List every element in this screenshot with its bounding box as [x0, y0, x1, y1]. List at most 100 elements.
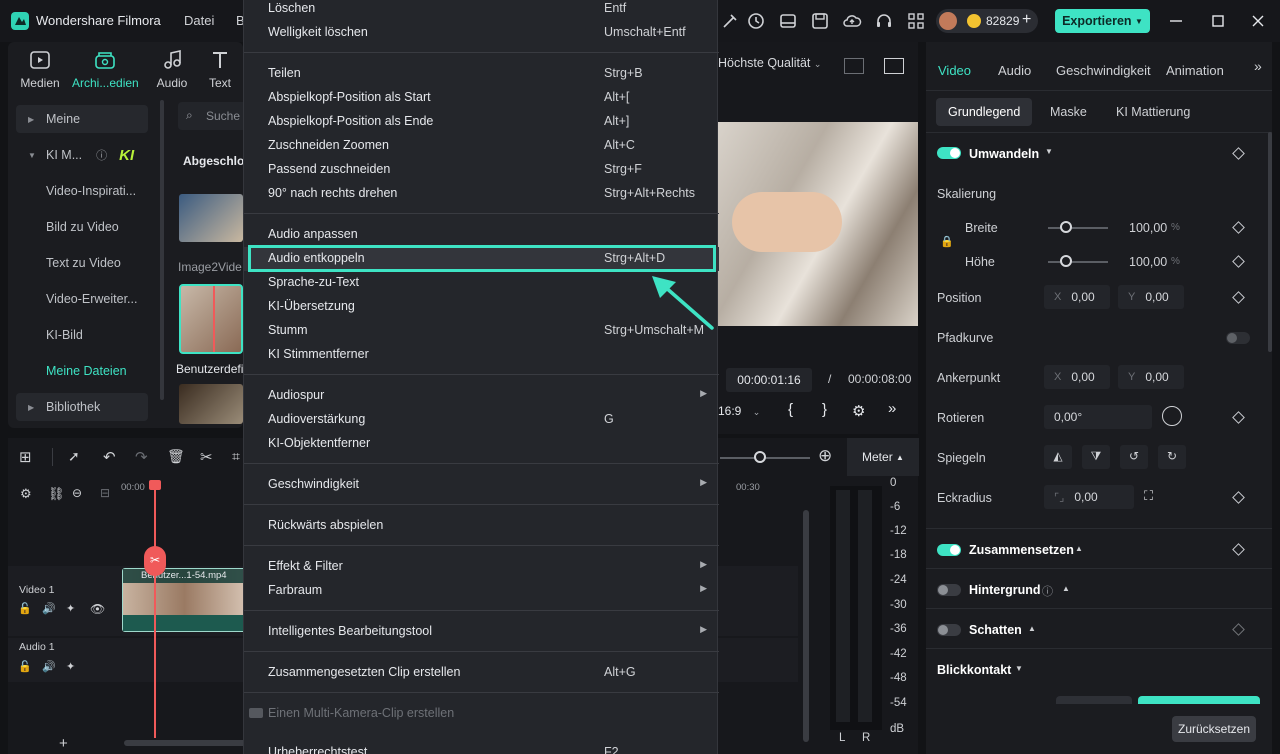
menu-item-playhead-start[interactable]: Abspielkopf-Position als Start Alt+[: [244, 86, 719, 110]
delete-icon[interactable]: 🗑: [167, 448, 185, 466]
current-time-field[interactable]: 00:00:01:16: [726, 368, 812, 392]
sidebar-item-video-erweiterung[interactable]: Video-Erweiter...: [16, 285, 148, 313]
tab-medien[interactable]: Medien: [10, 48, 70, 94]
lock-ratio-icon[interactable]: 🔒: [940, 235, 954, 248]
layout-icon[interactable]: [778, 11, 798, 31]
track-mute-icon[interactable]: ✦: [66, 602, 75, 615]
audio-mute-icon[interactable]: ✦: [66, 660, 75, 673]
keyframe-icon[interactable]: [1232, 255, 1245, 268]
help-icon[interactable]: ⓘ: [96, 147, 107, 163]
caret-down-icon[interactable]: ▼: [1045, 147, 1053, 156]
quality-dropdown[interactable]: Höchste Qualität ⌄: [718, 56, 821, 70]
hoehe-slider[interactable]: [1048, 261, 1108, 263]
option-chip-active[interactable]: [1138, 696, 1260, 704]
zoom-in-icon[interactable]: ⊕: [818, 446, 832, 466]
flip-vertical-icon[interactable]: ⧩: [1082, 445, 1110, 469]
keyframe-icon[interactable]: [1232, 543, 1245, 556]
menu-item-audiospur[interactable]: Audiospur ▶: [244, 384, 719, 408]
position-x-field[interactable]: X 0,00: [1044, 285, 1110, 309]
snapshot-icon[interactable]: [884, 58, 904, 74]
thumbnail-clip[interactable]: [179, 384, 243, 424]
breite-slider-knob[interactable]: [1060, 221, 1072, 233]
aspect-ratio-dropdown[interactable]: 16:9 ⌄: [718, 404, 760, 418]
menu-item-ki-stimmentferner[interactable]: KI Stimmentferner: [244, 343, 719, 367]
menu-item-welligkeit-loeschen[interactable]: Welligkeit löschen Umschalt+Entf: [244, 21, 719, 45]
link-icon[interactable]: ⊖: [72, 486, 82, 500]
horizontal-scrollbar[interactable]: [124, 740, 254, 746]
keyframe-icon[interactable]: [1232, 411, 1245, 424]
account-credits[interactable]: 82829 +: [936, 9, 1038, 33]
thumbnail-image2video[interactable]: [179, 194, 243, 242]
grouping-icon[interactable]: ⊟: [100, 486, 110, 500]
playhead-handle[interactable]: [149, 480, 161, 490]
meter-button[interactable]: Meter ▲: [847, 438, 919, 476]
menu-item-compound-clip[interactable]: Zusammengesetzten Clip erstellen Alt+G: [244, 661, 719, 685]
video-clip[interactable]: Benutzer...1-54.mp4: [122, 568, 247, 632]
tab-audio[interactable]: Audio: [142, 48, 202, 94]
save-icon[interactable]: [810, 11, 830, 31]
unlink-icon[interactable]: ⛓: [48, 486, 65, 502]
hoehe-value[interactable]: 100,00: [1129, 255, 1167, 269]
keyframe-icon[interactable]: [1232, 623, 1245, 636]
sidebar-item-video-inspiration[interactable]: Video-Inspirati...: [16, 177, 148, 205]
menu-item-audio-anpassen[interactable]: Audio anpassen: [244, 223, 719, 247]
export-button[interactable]: Exportieren ▼: [1055, 9, 1150, 33]
sidebar-scrollbar[interactable]: [160, 100, 164, 400]
subtab-maske[interactable]: Maske: [1038, 98, 1099, 126]
caret-up-icon[interactable]: ▲: [1028, 624, 1036, 633]
draw-icon[interactable]: [720, 11, 740, 31]
vertical-scrollbar[interactable]: [803, 510, 809, 742]
sidebar-item-bild-zu-video[interactable]: Bild zu Video: [16, 213, 148, 241]
flip-horizontal-icon[interactable]: ◭: [1044, 445, 1072, 469]
schatten-toggle[interactable]: [937, 624, 961, 636]
mark-out-button[interactable]: }: [822, 401, 827, 418]
caret-up-icon[interactable]: ▲: [1075, 544, 1083, 553]
tab-geschwindigkeit[interactable]: Geschwindigkeit: [1056, 63, 1151, 78]
zusammensetzen-toggle[interactable]: [937, 544, 961, 556]
menu-item-effekt-filter[interactable]: Effekt & Filter ▶: [244, 555, 719, 579]
split-scissors-icon[interactable]: ✂: [144, 546, 166, 576]
option-chip[interactable]: [1056, 696, 1132, 704]
reset-button[interactable]: Zurücksetzen: [1172, 716, 1256, 742]
thumbnail-selected-clip[interactable]: [179, 284, 243, 354]
sidebar-item-ki-bild[interactable]: KI-Bild: [16, 321, 148, 349]
headset-icon[interactable]: [874, 11, 894, 31]
layout-grid-icon[interactable]: ⊞: [19, 448, 37, 466]
subtab-grundlegend[interactable]: Grundlegend: [936, 98, 1033, 126]
search-input[interactable]: ⌕ Suche: [178, 102, 248, 130]
close-icon[interactable]: [1248, 11, 1268, 31]
caret-up-icon[interactable]: ▲: [1062, 584, 1070, 593]
keyframe-icon[interactable]: [1232, 221, 1245, 234]
history-icon[interactable]: [746, 11, 766, 31]
redo-icon[interactable]: ↷: [135, 448, 153, 466]
tab-video[interactable]: Video: [938, 63, 971, 78]
tab-audio-props[interactable]: Audio: [998, 63, 1031, 78]
minimize-icon[interactable]: [1166, 11, 1186, 31]
tab-text[interactable]: Text: [198, 48, 242, 94]
subtab-ki-mattierung[interactable]: KI Mattierung: [1104, 98, 1202, 126]
video-preview-frame[interactable]: [718, 122, 918, 326]
menu-item-urheberrecht[interactable]: Urheberrechtstest F2: [244, 741, 719, 754]
audio-volume-icon[interactable]: 🔊: [42, 660, 56, 673]
breite-value[interactable]: 100,00: [1129, 221, 1167, 235]
keyframe-icon[interactable]: [1232, 491, 1245, 504]
scissors-icon[interactable]: ✂: [200, 448, 218, 466]
track-volume-icon[interactable]: 🔊: [42, 602, 56, 615]
breite-slider[interactable]: [1048, 227, 1108, 229]
pfadkurve-toggle[interactable]: [1226, 332, 1250, 344]
more-tabs-icon[interactable]: »: [1254, 58, 1262, 74]
eckradius-field[interactable]: ⌜⌟ 0,00: [1044, 485, 1134, 509]
menu-datei[interactable]: Datei: [184, 13, 214, 28]
help-icon[interactable]: ⓘ: [1042, 583, 1053, 599]
tab-archive-media[interactable]: Archi...edien: [72, 48, 139, 94]
track-lock-icon[interactable]: 🔓: [18, 602, 32, 615]
keyframe-icon[interactable]: [1232, 291, 1245, 304]
rotate-right-icon[interactable]: ↻: [1158, 445, 1186, 469]
menu-item-rueckwaerts[interactable]: Rückwärts abspielen: [244, 514, 719, 538]
menu-item-geschwindigkeit[interactable]: Geschwindigkeit ▶: [244, 473, 719, 497]
hoehe-slider-knob[interactable]: [1060, 255, 1072, 267]
sidebar-item-ki-media[interactable]: ▼ KI M... ⓘ KI: [16, 141, 148, 169]
select-tool-icon[interactable]: ➚: [68, 448, 86, 466]
rotate-left-icon[interactable]: ↺: [1120, 445, 1148, 469]
menu-item-crop-zoom[interactable]: Zuschneiden Zoomen Alt+C: [244, 134, 719, 158]
